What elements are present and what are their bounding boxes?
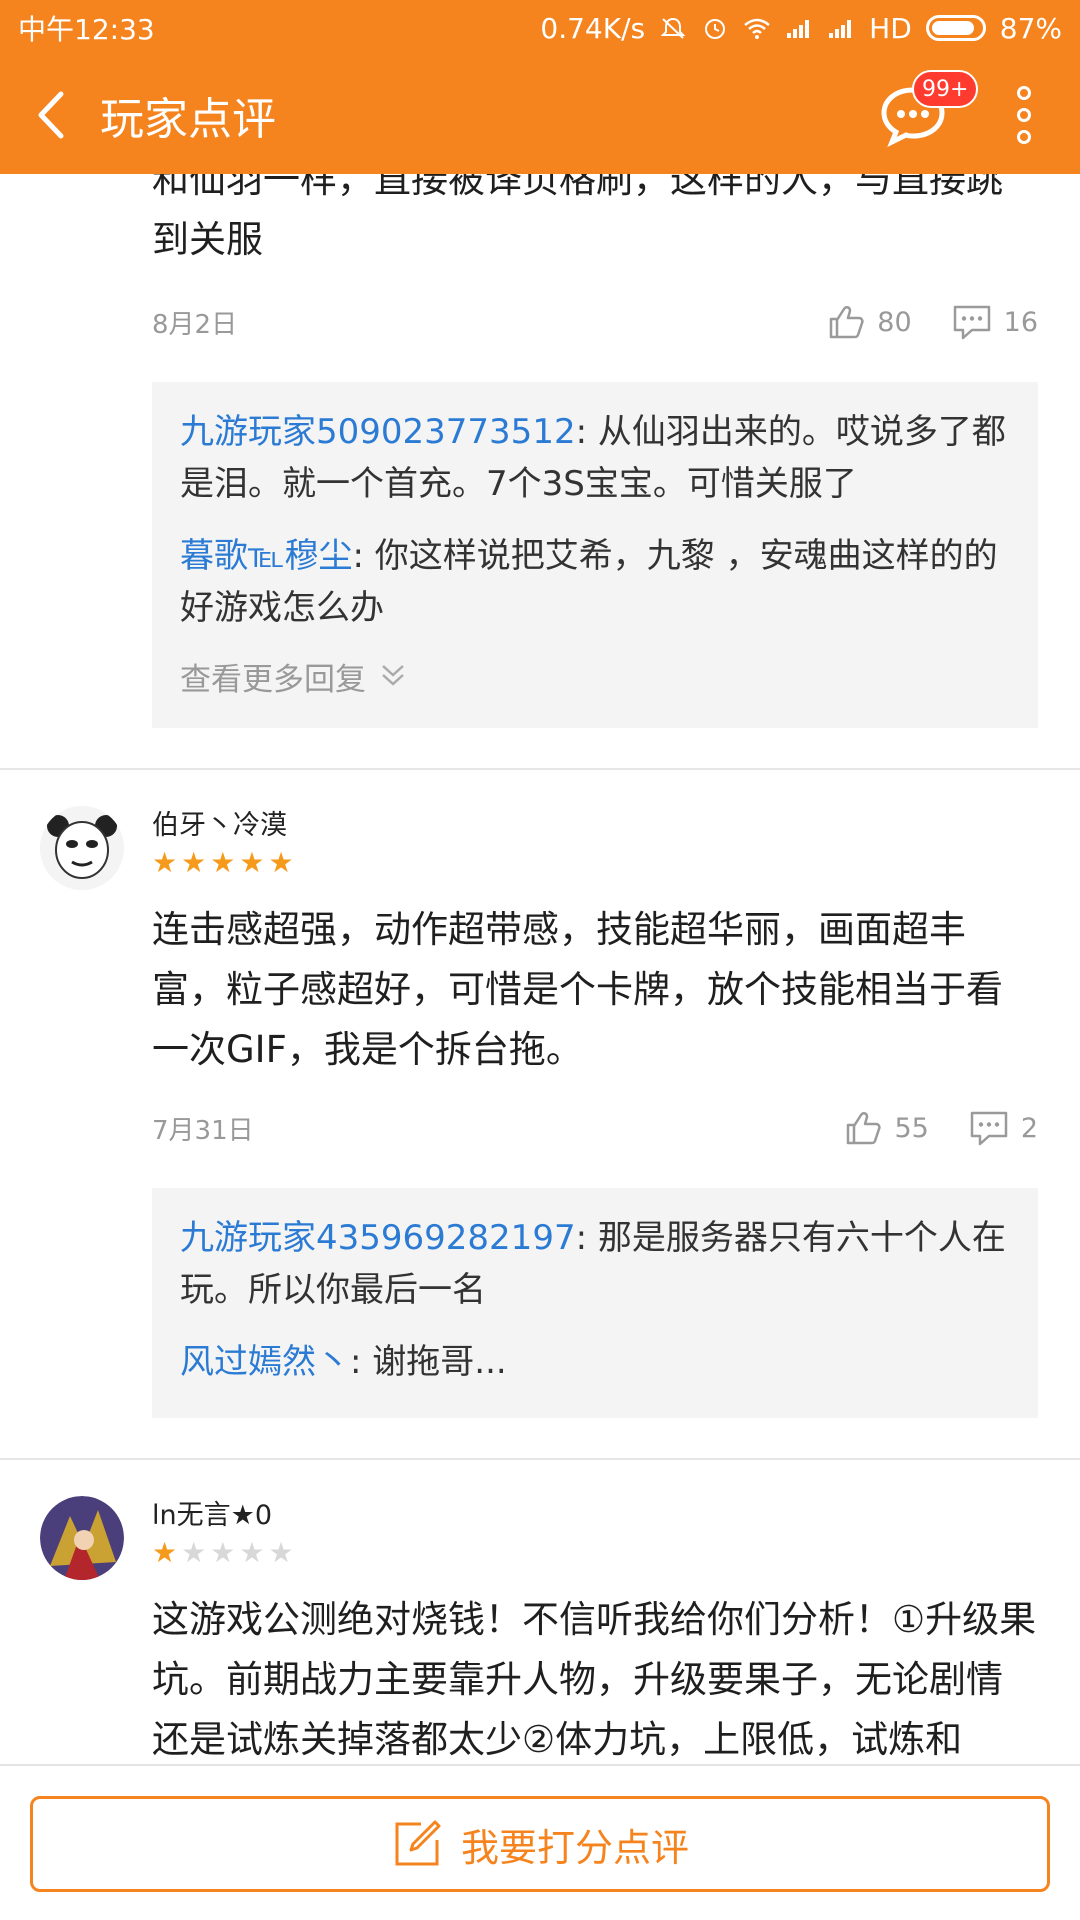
status-bar: 中午12:33 0.74K/s HD 87% (0, 0, 1080, 56)
more-replies-button[interactable]: 查看更多回复 (180, 654, 1010, 698)
star-filled-icon: ★ (268, 846, 294, 879)
like-count: 80 (877, 306, 912, 338)
reply-item[interactable]: 风过嫣然丶: 谢拖哥... (180, 1336, 1010, 1388)
reply-username[interactable]: 风过嫣然丶 (180, 1342, 350, 1382)
comment-count: 16 (1003, 306, 1038, 338)
review-list-inner: 和仙羽一样，直接被译页格刷，这样的人，与直接跳 到关服 8月2日 80 16 九… (0, 174, 1080, 1764)
character-avatar-icon (40, 1496, 124, 1580)
comment-icon (953, 305, 990, 340)
star-filled-icon: ★ (152, 1536, 178, 1569)
star-empty-icon: ★ (210, 1536, 236, 1569)
reply-box: 九游玩家509023773512: 从仙羽出来的。哎说多了都是泪。就一个首充。7… (152, 382, 1038, 728)
star-filled-icon: ★ (239, 846, 265, 879)
like-button[interactable]: 55 (844, 1109, 929, 1147)
reply-username[interactable]: 九游玩家435969282197 (180, 1218, 576, 1258)
back-button[interactable] (0, 56, 100, 174)
review-date: 8月2日 (152, 309, 238, 340)
star-filled-icon: ★ (210, 846, 236, 879)
battery-icon (925, 15, 986, 41)
reply-username[interactable]: 暮歌℡穆尘 (180, 536, 353, 576)
app-screen: 中午12:33 0.74K/s HD 87% 玩家点评 99+ 和仙羽一样，直接… (0, 0, 1080, 1920)
status-indicators: 0.74K/s HD 87% (540, 12, 1062, 45)
battery-percent: 87% (999, 11, 1062, 45)
thumbs-up-icon (847, 1112, 882, 1145)
write-review-button[interactable]: 我要打分点评 (30, 1796, 1050, 1892)
comment-icon (970, 1111, 1008, 1146)
review-text: 和仙羽一样，直接被译页格刷，这样的人，与直接跳 到关服 (152, 174, 1038, 270)
reply-text: : 谢拖哥... (350, 1342, 507, 1382)
thumbs-up-icon (830, 306, 864, 339)
review-item: 伯牙丶冷漠 ★ ★ ★ ★ ★ 连击感超强，动作超带感，技能超华丽，画面超丰富，粒子感超… (0, 768, 1080, 1458)
panda-avatar-icon (40, 806, 124, 890)
review-item: 和仙羽一样，直接被译页格刷，这样的人，与直接跳 到关服 8月2日 80 16 九… (0, 174, 1080, 768)
review-text-line: 到关服 (152, 218, 263, 261)
reply-item[interactable]: 暮歌℡穆尘: 你这样说把艾希，九黎 ，安魂曲这样的的好游戏怎么办 (180, 530, 1010, 634)
review-list[interactable]: 和仙羽一样，直接被译页格刷，这样的人，与直接跳 到关服 8月2日 80 16 九… (0, 174, 1080, 1764)
avatar[interactable] (40, 1496, 124, 1580)
alarm-icon (705, 19, 726, 39)
network-type: HD (869, 11, 912, 45)
page-title: 玩家点评 (100, 94, 276, 145)
more-dot-icon (1017, 86, 1031, 100)
message-count-badge: 99+ (912, 70, 979, 108)
review-meta: 7月31日 55 2 (152, 1098, 1038, 1158)
more-options-button[interactable] (1004, 80, 1044, 150)
star-filled-icon: ★ (181, 846, 207, 879)
app-bar: 玩家点评 99+ (0, 56, 1080, 174)
more-dot-icon (1017, 108, 1031, 122)
edit-icon (395, 1820, 441, 1866)
wifi-icon (744, 18, 770, 39)
battery-fill (931, 21, 974, 35)
star-rating: ★ ★ ★ ★ ★ (152, 846, 1038, 880)
review-username[interactable]: 伯牙丶冷漠 (152, 806, 1038, 846)
reply-username[interactable]: 九游玩家509023773512 (180, 412, 576, 452)
comment-button[interactable]: 2 (969, 1109, 1038, 1147)
review-item: ln无言★0 ★ ★ ★ ★ ★ 这游戏公测绝对烧钱！不信听我给你们分析！①升级果坑。前… (0, 1458, 1080, 1764)
star-empty-icon: ★ (268, 1536, 294, 1569)
more-dot-icon (1017, 130, 1031, 144)
review-text: 连击感超强，动作超带感，技能超华丽，画面超丰富，粒子感超好，可惜是个卡牌，放个技… (152, 908, 1003, 1071)
review-date: 7月31日 (152, 1115, 254, 1146)
reply-item[interactable]: 九游玩家509023773512: 从仙羽出来的。哎说多了都是泪。就一个首充。7… (180, 406, 1010, 510)
status-time: 中午12:33 (18, 13, 155, 46)
star-empty-icon: ★ (181, 1536, 207, 1569)
back-arrow-icon (38, 91, 64, 139)
star-rating: ★ ★ ★ ★ ★ (152, 1536, 1038, 1570)
network-speed: 0.74K/s (540, 11, 646, 45)
like-button[interactable]: 80 (827, 303, 912, 341)
comment-button[interactable]: 16 (952, 303, 1038, 341)
more-replies-label: 查看更多回复 (180, 661, 366, 698)
comment-count: 2 (1020, 1112, 1038, 1144)
signal-icon (787, 20, 810, 38)
mute-bell-icon (660, 17, 686, 39)
double-chevron-down-icon (382, 665, 404, 686)
signal-icon-2 (829, 20, 852, 38)
review-meta: 8月2日 80 16 (152, 292, 1038, 352)
reply-item[interactable]: 九游玩家435969282197: 那是服务器只有六十个人在玩。所以你最后一名 (180, 1212, 1010, 1316)
review-username[interactable]: ln无言★0 (152, 1496, 1038, 1536)
reply-box: 九游玩家435969282197: 那是服务器只有六十个人在玩。所以你最后一名 … (152, 1188, 1038, 1418)
bottom-bar: 我要打分点评 (0, 1764, 1080, 1920)
review-text-line: 和仙羽一样，直接被译页格刷，这样的人，与直接跳 (152, 174, 1003, 201)
avatar[interactable] (40, 806, 124, 890)
write-review-label: 我要打分点评 (460, 1825, 689, 1870)
review-text: 这游戏公测绝对烧钱！不信听我给你们分析！①升级果坑。前期战力主要靠升人物，升级要… (152, 1598, 1037, 1761)
star-empty-icon: ★ (239, 1536, 265, 1569)
star-filled-icon: ★ (152, 846, 178, 879)
like-count: 55 (894, 1112, 929, 1144)
